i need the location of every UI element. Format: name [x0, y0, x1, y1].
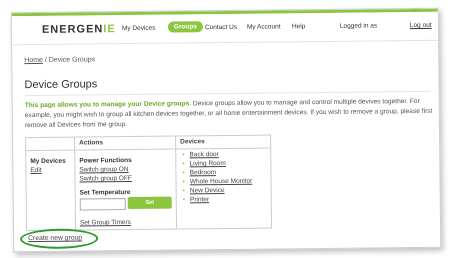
devices-column-header: Devices — [176, 135, 271, 150]
breadcrumb: Home / Device Groups — [24, 56, 95, 64]
edit-group-link[interactable]: Edit — [30, 167, 41, 174]
intro-text: This page allows you to manage your Devi… — [25, 97, 435, 131]
group-column-header — [26, 137, 75, 152]
switch-group-on-link[interactable]: Switch group ON — [79, 166, 128, 174]
device-link[interactable]: New Device — [190, 187, 225, 194]
energenie-logo[interactable]: ENERGENIE — [42, 23, 116, 36]
set-temperature-button[interactable]: Set — [127, 196, 172, 210]
create-new-group-link[interactable]: Create new group — [28, 235, 82, 243]
devices-column: Devices • Back door • Living Room • Bedroom… — [176, 135, 271, 229]
group-name: My Devices — [30, 157, 66, 166]
device-item: • Whole House Monitor — [182, 177, 253, 187]
intro-lead: This page allows you to manage your Devi… — [24, 100, 192, 110]
switch-group-off-link[interactable]: Switch group OFF — [79, 175, 131, 183]
top-navbar: ENERGENIE My Devices Groups Contact Us M… — [11, 11, 439, 46]
device-link[interactable]: Living Room — [190, 160, 226, 167]
nav-my-devices[interactable]: My Devices — [122, 25, 156, 32]
breadcrumb-current: Device Groups — [48, 56, 96, 64]
logout-link[interactable]: Log out — [410, 22, 432, 29]
bullet-icon: • — [182, 196, 186, 204]
bullet-icon: • — [182, 187, 185, 195]
temperature-input[interactable] — [79, 198, 126, 211]
actions-column: Actions Power Functions Switch group ON … — [75, 136, 178, 230]
title-divider — [24, 90, 431, 97]
set-group-timers-link[interactable]: Set Group Timers — [80, 219, 131, 227]
screenshot-frame: ENERGENIE My Devices Groups Contact Us M… — [10, 7, 442, 253]
actions-column-header: Actions — [75, 136, 176, 151]
device-list: • Back door • Living Room • Bedroom • Whole … — [182, 150, 252, 205]
device-link[interactable]: Whole House Monitor — [190, 178, 253, 186]
breadcrumb-home-link[interactable]: Home — [24, 57, 43, 64]
nav-my-account[interactable]: My Account — [247, 23, 281, 30]
device-groups-table: My Devices Edit Actions Power Functions … — [25, 134, 273, 232]
nav-help[interactable]: Help — [292, 23, 305, 30]
device-link[interactable]: Printer — [190, 196, 209, 203]
device-item: • Printer — [183, 195, 253, 205]
bullet-icon: • — [182, 178, 185, 186]
bullet-icon: • — [182, 151, 185, 159]
nav-contact-us[interactable]: Contact Us — [205, 24, 237, 31]
set-temperature-heading: Set Temperature — [79, 189, 131, 197]
page-title: Device Groups — [24, 78, 98, 92]
group-column: My Devices Edit — [26, 137, 77, 231]
logo-text: ENERGENIE — [41, 23, 116, 36]
nav-groups[interactable]: Groups — [167, 21, 204, 33]
device-link[interactable]: Back door — [190, 151, 219, 158]
bullet-icon: • — [182, 169, 185, 177]
power-functions-heading: Power Functions — [79, 156, 132, 165]
device-link[interactable]: Bedroom — [190, 169, 216, 176]
logged-in-text: Logged in as — [339, 22, 378, 30]
bullet-icon: • — [182, 160, 185, 168]
